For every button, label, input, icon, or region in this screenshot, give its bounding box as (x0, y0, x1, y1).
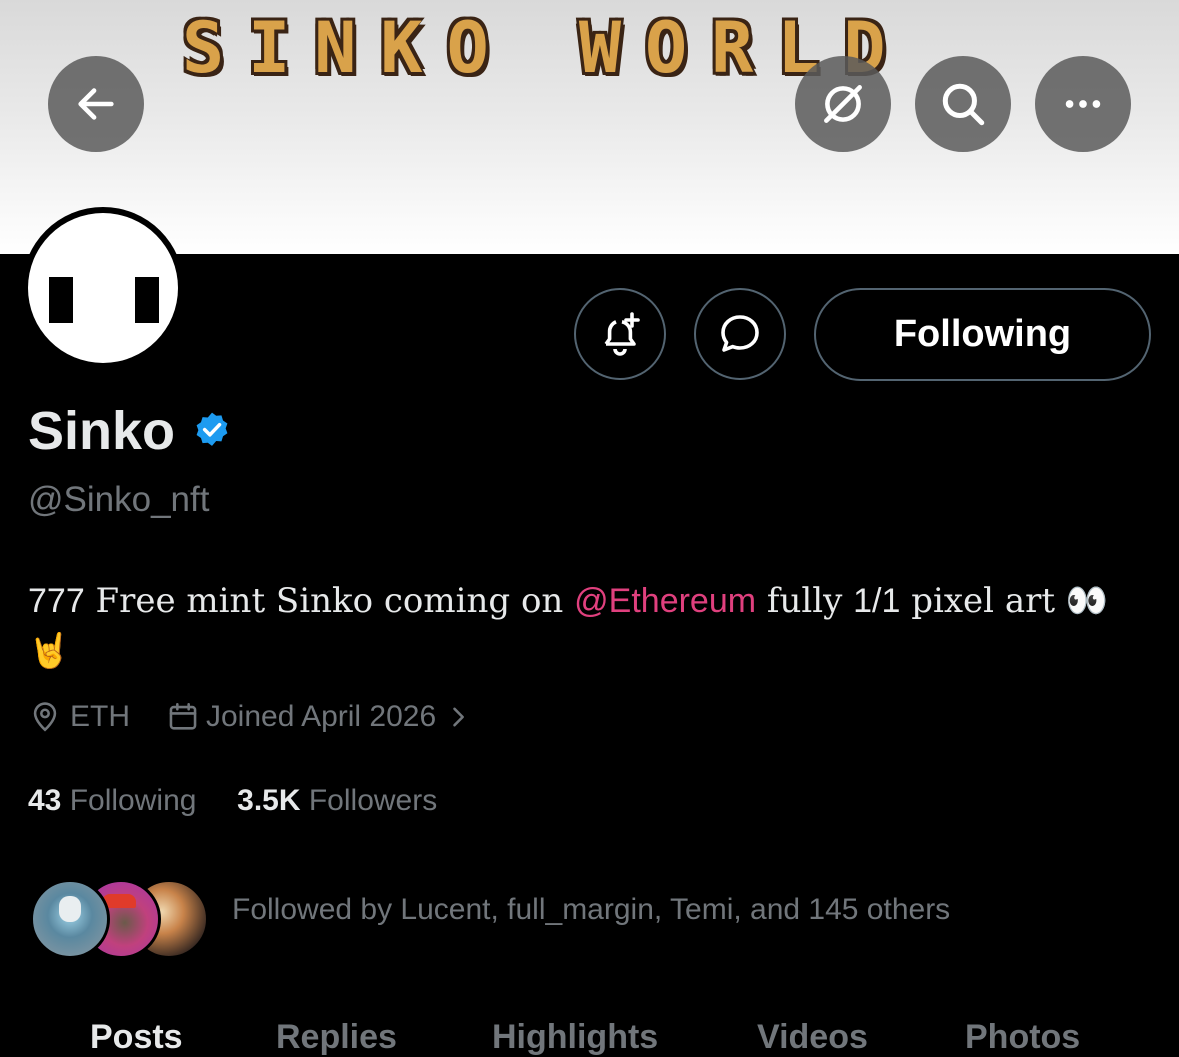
tab-posts[interactable]: Posts (90, 1018, 183, 1057)
more-button[interactable] (1035, 56, 1131, 152)
chat-bubble-icon (721, 315, 759, 352)
following-stat[interactable]: 43 Following (28, 784, 196, 817)
search-button[interactable] (915, 56, 1011, 152)
tab-highlights[interactable]: Highlights (492, 1018, 658, 1057)
rock-hand-emoji: 🤘 (28, 631, 71, 671)
avatar-left-eye (49, 277, 73, 323)
follow-stats: 43 Following 3.5K Followers (28, 784, 437, 818)
bell-plus-icon (604, 312, 640, 356)
display-name: Sinko (28, 401, 176, 461)
search-icon (942, 83, 985, 126)
tab-replies[interactable]: Replies (276, 1018, 397, 1057)
chevron-right-icon (453, 707, 465, 727)
eyes-emoji: 👀 (1065, 581, 1109, 621)
slash-circle-icon (824, 85, 862, 123)
profile-avatar[interactable] (22, 207, 184, 369)
bio-text-2: Free mint Sinko coming on (84, 581, 575, 621)
bio-text-5: pixel art (900, 581, 1066, 621)
follower-avatar-1[interactable] (30, 879, 110, 959)
grok-button[interactable] (795, 56, 891, 152)
avatar-right-eye (135, 277, 159, 323)
joined-date[interactable]: Joined April 2026 (166, 700, 472, 734)
calendar-icon (169, 702, 197, 730)
arrow-left-icon (78, 88, 114, 120)
joined-text: Joined April 2026 (206, 700, 437, 733)
user-handle: @Sinko_nft (28, 480, 210, 519)
more-horizontal-icon (1065, 100, 1101, 108)
avatar-face (28, 213, 178, 363)
location: ETH (28, 700, 130, 734)
message-button[interactable] (694, 288, 786, 380)
following-button[interactable]: Following (814, 288, 1151, 381)
bio-mention-link[interactable]: @Ethereum (574, 582, 756, 620)
notifications-button[interactable] (574, 288, 666, 380)
verified-badge-icon[interactable] (191, 410, 233, 452)
back-button[interactable] (48, 56, 144, 152)
bio-text-1: 777 (28, 582, 85, 620)
location-pin-icon (33, 702, 57, 732)
tab-photos[interactable]: Photos (965, 1018, 1080, 1057)
display-name-row: Sinko (28, 400, 233, 462)
tab-videos[interactable]: Videos (757, 1018, 868, 1057)
location-text: ETH (70, 700, 130, 733)
bio-text-3: fully (756, 581, 854, 621)
followed-by-text[interactable]: Followed by Lucent, full_margin, Temi, a… (232, 893, 950, 927)
bio-text-4: 1/1 (853, 582, 901, 620)
profile-bio: 777 Free mint Sinko coming on @Ethereum … (28, 576, 1148, 676)
followers-stat[interactable]: 3.5K Followers (237, 784, 437, 817)
